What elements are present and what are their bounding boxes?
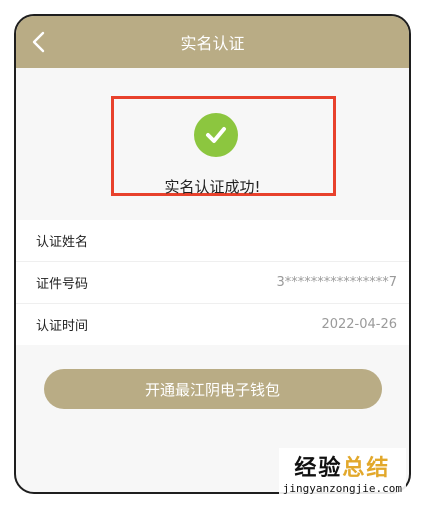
- info-row-name: 认证姓名: [16, 220, 409, 262]
- nav-header: 实名认证: [16, 16, 409, 68]
- success-message: 实名认证成功!: [164, 178, 261, 196]
- page-title: 实名认证: [180, 34, 245, 53]
- watermark-title: 经验总结: [294, 456, 391, 481]
- phone-frame: 实名认证 实名认证成功! 认证姓名 证件号码 3****************…: [14, 14, 411, 494]
- row-label: 认证时间: [36, 319, 89, 334]
- info-row-id-number: 证件号码 3****************7: [16, 262, 409, 304]
- row-label: 证件号码: [36, 277, 89, 292]
- row-value: 3****************7: [276, 275, 397, 290]
- info-row-time: 认证时间 2022-04-26: [16, 304, 409, 345]
- success-section: 实名认证成功!: [16, 68, 409, 220]
- action-area: 开通最江阴电子钱包: [16, 345, 409, 409]
- chevron-left-icon[interactable]: [30, 30, 48, 54]
- check-circle-icon: [194, 113, 238, 157]
- info-list: 认证姓名 证件号码 3****************7 认证时间 2022-0…: [16, 220, 409, 345]
- row-label: 认证姓名: [36, 235, 89, 250]
- watermark-logo: 经验总结 jingyanzongjie.com: [278, 448, 406, 497]
- row-value: 2022-04-26: [321, 317, 397, 332]
- watermark-url: jingyanzongjie.com: [282, 482, 402, 495]
- open-wallet-button[interactable]: 开通最江阴电子钱包: [43, 369, 382, 409]
